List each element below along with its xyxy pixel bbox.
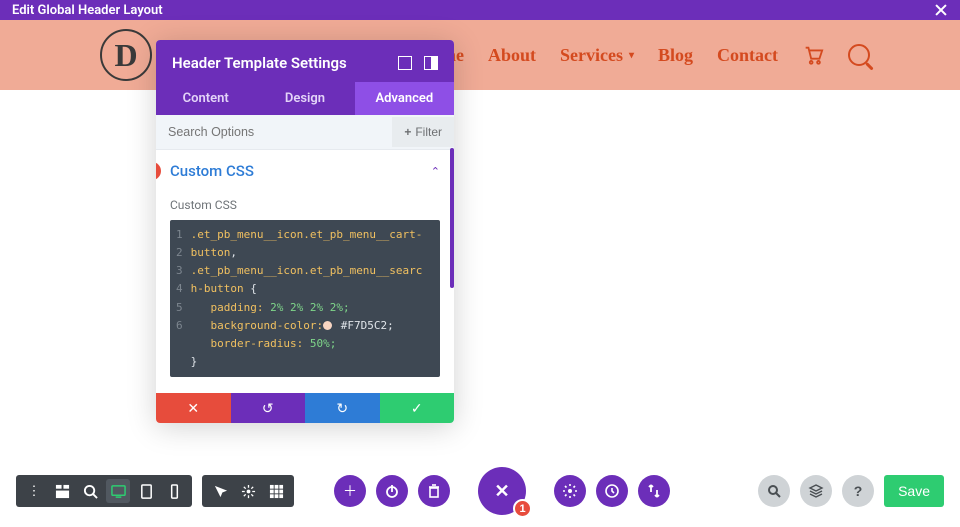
tablet-icon[interactable]	[134, 479, 158, 503]
search-input[interactable]	[156, 115, 392, 149]
callout-badge-1: 1	[513, 499, 532, 518]
help-button[interactable]: ?	[842, 475, 874, 507]
wireframe-icon[interactable]	[50, 479, 74, 503]
section-toggle[interactable]: Custom CSS ⌃	[170, 162, 440, 180]
close-icon[interactable]	[934, 3, 948, 17]
panel-title: Header Template Settings	[172, 54, 347, 72]
nav-about[interactable]: About	[488, 45, 536, 66]
nav-contact[interactable]: Contact	[717, 45, 778, 66]
callout-badge-2: 2	[156, 162, 161, 180]
settings-button[interactable]	[554, 475, 586, 507]
filter-button[interactable]: +Filter	[392, 117, 454, 147]
global-header-title: Edit Global Header Layout	[12, 3, 163, 18]
snap-icon[interactable]	[424, 56, 438, 70]
layers-button[interactable]	[800, 475, 832, 507]
section-title: Custom CSS	[170, 162, 254, 180]
cart-icon[interactable]	[802, 44, 824, 66]
color-swatch	[323, 321, 332, 330]
power-button[interactable]	[376, 475, 408, 507]
search-icon[interactable]	[848, 44, 870, 66]
chevron-up-icon: ⌃	[431, 165, 440, 178]
panel-cancel-button[interactable]: ✕	[156, 393, 231, 423]
panel-actions: ✕ ↺ ↻ ✓	[156, 393, 454, 423]
nav-blog[interactable]: Blog	[658, 45, 693, 66]
tab-advanced[interactable]: Advanced	[355, 82, 454, 115]
section-custom-css: 2 Custom CSS ⌃ Custom CSS 1 2 3 4 5 6 .e…	[156, 150, 454, 393]
tab-content[interactable]: Content	[156, 82, 255, 115]
close-builder-button[interactable]: ✕1	[478, 467, 526, 515]
expand-icon[interactable]	[398, 56, 412, 70]
click-icon[interactable]	[236, 479, 260, 503]
grid-icon[interactable]	[264, 479, 288, 503]
panel-header[interactable]: Header Template Settings	[156, 40, 454, 82]
search-toolbar-button[interactable]	[758, 475, 790, 507]
builder-toolbar: ⋮ ＋ ✕1 ? Save	[0, 467, 960, 515]
primary-nav: me About Services▾ Blog Contact	[441, 44, 870, 66]
panel-tabs: Content Design Advanced	[156, 82, 454, 115]
custom-css-editor[interactable]: 1 2 3 4 5 6 .et_pb_menu__icon.et_pb_menu…	[170, 220, 440, 377]
view-toolbox: ⋮	[16, 475, 192, 507]
code-body[interactable]: .et_pb_menu__icon.et_pb_menu__cart- butt…	[191, 226, 431, 371]
history-button[interactable]	[596, 475, 628, 507]
add-button[interactable]: ＋	[334, 475, 366, 507]
field-label: Custom CSS	[170, 198, 440, 212]
save-button[interactable]: Save	[884, 475, 944, 507]
effects-toolbox	[202, 475, 294, 507]
desktop-icon[interactable]	[106, 479, 130, 503]
hover-icon[interactable]	[208, 479, 232, 503]
tab-design[interactable]: Design	[255, 82, 354, 115]
global-header-bar: Edit Global Header Layout	[0, 0, 960, 20]
panel-redo-button[interactable]: ↻	[305, 393, 380, 423]
gutter: 1 2 3 4 5 6	[170, 226, 191, 371]
phone-icon[interactable]	[162, 479, 186, 503]
settings-panel: Header Template Settings Content Design …	[156, 40, 454, 423]
site-logo[interactable]: D	[100, 29, 152, 81]
portability-button[interactable]	[638, 475, 670, 507]
panel-search-row: +Filter	[156, 115, 454, 150]
panel-save-button[interactable]: ✓	[380, 393, 455, 423]
nav-services[interactable]: Services▾	[560, 45, 634, 66]
trash-button[interactable]	[418, 475, 450, 507]
plus-icon: +	[404, 125, 411, 139]
chevron-down-icon: ▾	[629, 50, 634, 61]
panel-scrollbar[interactable]	[450, 148, 454, 393]
zoom-icon[interactable]	[78, 479, 102, 503]
site-header: D me About Services▾ Blog Contact	[0, 20, 960, 90]
panel-undo-button[interactable]: ↺	[231, 393, 306, 423]
handle-icon[interactable]: ⋮	[22, 479, 46, 503]
